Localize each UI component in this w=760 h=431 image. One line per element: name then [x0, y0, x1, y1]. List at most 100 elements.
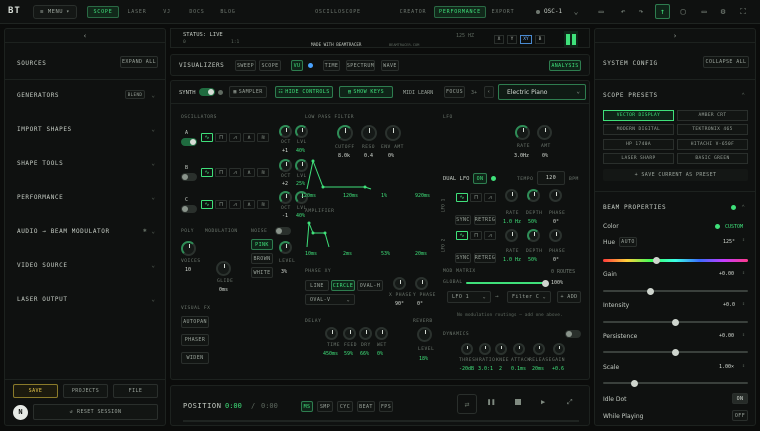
- x-phase-knob[interactable]: [393, 277, 406, 290]
- viz-time[interactable]: TIME: [323, 60, 340, 71]
- preset-hitachi[interactable]: HITACHI V-650F: [677, 139, 748, 150]
- lfo1-saw[interactable]: ⩘: [484, 193, 496, 202]
- hue-stepper[interactable]: ⇕: [742, 237, 745, 243]
- mode-export[interactable]: EXPORT: [488, 6, 518, 18]
- lfo1-retrig-button[interactable]: RETRIG: [474, 215, 496, 225]
- progress-track[interactable]: [183, 420, 579, 422]
- fullscreen-icon[interactable]: ⛶: [738, 7, 748, 17]
- preset-hp[interactable]: HP 1740A: [603, 139, 674, 150]
- lfo1-square[interactable]: ⊓: [470, 193, 482, 202]
- osc-b-tri[interactable]: ∧: [243, 168, 255, 177]
- collapse-left-button[interactable]: ‹: [5, 29, 165, 43]
- hue-auto-button[interactable]: AUTO: [619, 237, 637, 247]
- intensity-slider-thumb[interactable]: [672, 318, 679, 326]
- mod-global-thumb[interactable]: [542, 279, 549, 287]
- save-preset-button[interactable]: + SAVE CURRENT AS PRESET: [603, 169, 748, 181]
- phase-circle-button[interactable]: CIRCLE: [331, 280, 355, 291]
- fx-widen-button[interactable]: WIDEN: [181, 352, 209, 364]
- noise-white-button[interactable]: WHITE: [251, 267, 273, 278]
- sampler-button[interactable]: ▦ SAMPLER: [229, 86, 267, 98]
- osc-c-toggle[interactable]: [181, 205, 197, 213]
- folder-icon[interactable]: ▭: [596, 7, 606, 17]
- tab-vj[interactable]: VJ: [154, 6, 180, 18]
- maximize-icon[interactable]: ⤢: [567, 398, 573, 407]
- section-generators[interactable]: GENERATORS: [17, 92, 59, 99]
- mod-source-select[interactable]: LFO 1 ⌄: [447, 291, 491, 303]
- lfo1-sync-button[interactable]: SYNC: [455, 215, 471, 225]
- mode-creator[interactable]: CREATOR: [396, 6, 430, 18]
- preset-laser-sharp[interactable]: LASER SHARP: [603, 153, 674, 164]
- undo-icon[interactable]: ↶: [618, 7, 628, 17]
- chevron-down-icon[interactable]: ⌄: [151, 160, 155, 167]
- noise-brown-button[interactable]: BROWN: [251, 253, 273, 264]
- noise-level-knob[interactable]: [279, 241, 292, 254]
- viz-vu[interactable]: VU: [291, 60, 303, 71]
- lfo1-phase-knob[interactable]: [549, 189, 562, 202]
- tab-scope[interactable]: SCOPE: [87, 6, 119, 18]
- gain-stepper[interactable]: ⇕: [742, 270, 745, 276]
- chevron-down-icon[interactable]: ⌄: [151, 296, 155, 303]
- gear-icon[interactable]: ✱: [143, 227, 147, 234]
- hue-slider[interactable]: [603, 257, 748, 264]
- lfo2-retrig-button[interactable]: RETRIG: [474, 253, 496, 263]
- filter-envelope-graph[interactable]: [305, 159, 433, 191]
- custom-color-label[interactable]: CUSTOM: [725, 224, 743, 230]
- viz-spectrum[interactable]: SPECTRUM: [346, 60, 375, 71]
- delay-time-knob[interactable]: [325, 327, 338, 340]
- dyn-ratio-knob[interactable]: [479, 343, 491, 355]
- play-icon[interactable]: ▶: [541, 398, 545, 406]
- glide-knob[interactable]: [216, 261, 231, 276]
- persistence-slider-thumb[interactable]: [672, 348, 679, 356]
- section-laser-output[interactable]: LASER OUTPUT: [17, 296, 68, 303]
- dual-lfo-on-button[interactable]: ON: [473, 173, 487, 184]
- fx-autopan-button[interactable]: AUTOPAN: [181, 316, 209, 328]
- chevron-down-icon[interactable]: ⌄: [151, 92, 155, 99]
- osc-c-oct-knob[interactable]: [279, 191, 292, 204]
- focus-button[interactable]: FOCUS: [444, 86, 465, 98]
- dyn-attack-knob[interactable]: [513, 343, 525, 355]
- chevron-down-icon[interactable]: ⌄: [571, 7, 581, 17]
- filter-cutoff-knob[interactable]: [337, 125, 353, 141]
- gain-slider-thumb[interactable]: [647, 287, 655, 295]
- view-b-button[interactable]: B: [535, 35, 545, 44]
- tab-blog[interactable]: BLOG: [214, 6, 242, 18]
- lfo2-phase-knob[interactable]: [549, 229, 562, 242]
- preset-select[interactable]: Electric Piano ⌄: [498, 84, 586, 100]
- dyn-knee-knob[interactable]: [495, 343, 507, 355]
- osc-c-noise[interactable]: ≋: [257, 200, 269, 209]
- fx-phaser-button[interactable]: PHASER: [181, 334, 209, 346]
- preset-basic-green[interactable]: BASIC GREEN: [677, 153, 748, 164]
- dyn-gain-knob[interactable]: [553, 343, 565, 355]
- osc-a-square[interactable]: ⊓: [215, 133, 227, 142]
- viz-scope[interactable]: SCOPE: [259, 60, 281, 71]
- amp-envelope-graph[interactable]: [305, 219, 433, 249]
- osc-b-toggle[interactable]: [181, 173, 197, 181]
- preset-amber-crt[interactable]: AMBER CRT: [677, 110, 748, 121]
- lfo-amt-knob[interactable]: [537, 125, 552, 140]
- avatar[interactable]: N: [13, 405, 28, 420]
- osc-a-tri[interactable]: ∧: [243, 133, 255, 142]
- mod-add-button[interactable]: + ADD: [557, 291, 581, 303]
- osc-c-sine[interactable]: ∿: [201, 200, 213, 209]
- redo-icon[interactable]: ↷: [636, 7, 646, 17]
- lfo2-sync-button[interactable]: SYNC: [455, 253, 471, 263]
- filter-env-knob[interactable]: [385, 125, 401, 141]
- filter-reso-knob[interactable]: [361, 125, 377, 141]
- unit-beat-button[interactable]: BEAT: [357, 401, 375, 412]
- unit-cyc-button[interactable]: CYC: [337, 401, 353, 412]
- lfo2-depth-knob[interactable]: [527, 229, 540, 242]
- phase-line-button[interactable]: LINE: [305, 280, 329, 291]
- blend-badge[interactable]: BLEND: [125, 90, 145, 99]
- section-performance[interactable]: PERFORMANCE: [17, 194, 63, 201]
- lfo1-depth-knob[interactable]: [527, 189, 540, 202]
- save-button[interactable]: SAVE: [13, 384, 58, 398]
- osc-a-toggle[interactable]: [181, 138, 197, 146]
- scale-slider-thumb[interactable]: [630, 379, 638, 387]
- unit-smp-button[interactable]: SMP: [317, 401, 333, 412]
- hue-slider-thumb[interactable]: [653, 257, 660, 264]
- display-icon[interactable]: ▭: [699, 7, 709, 17]
- gear-icon[interactable]: ⚙: [718, 7, 728, 17]
- reset-session-button[interactable]: ↺ RESET SESSION: [33, 404, 158, 420]
- expand-all-button[interactable]: EXPAND ALL: [120, 56, 158, 68]
- lfo-rate-knob[interactable]: [515, 125, 530, 140]
